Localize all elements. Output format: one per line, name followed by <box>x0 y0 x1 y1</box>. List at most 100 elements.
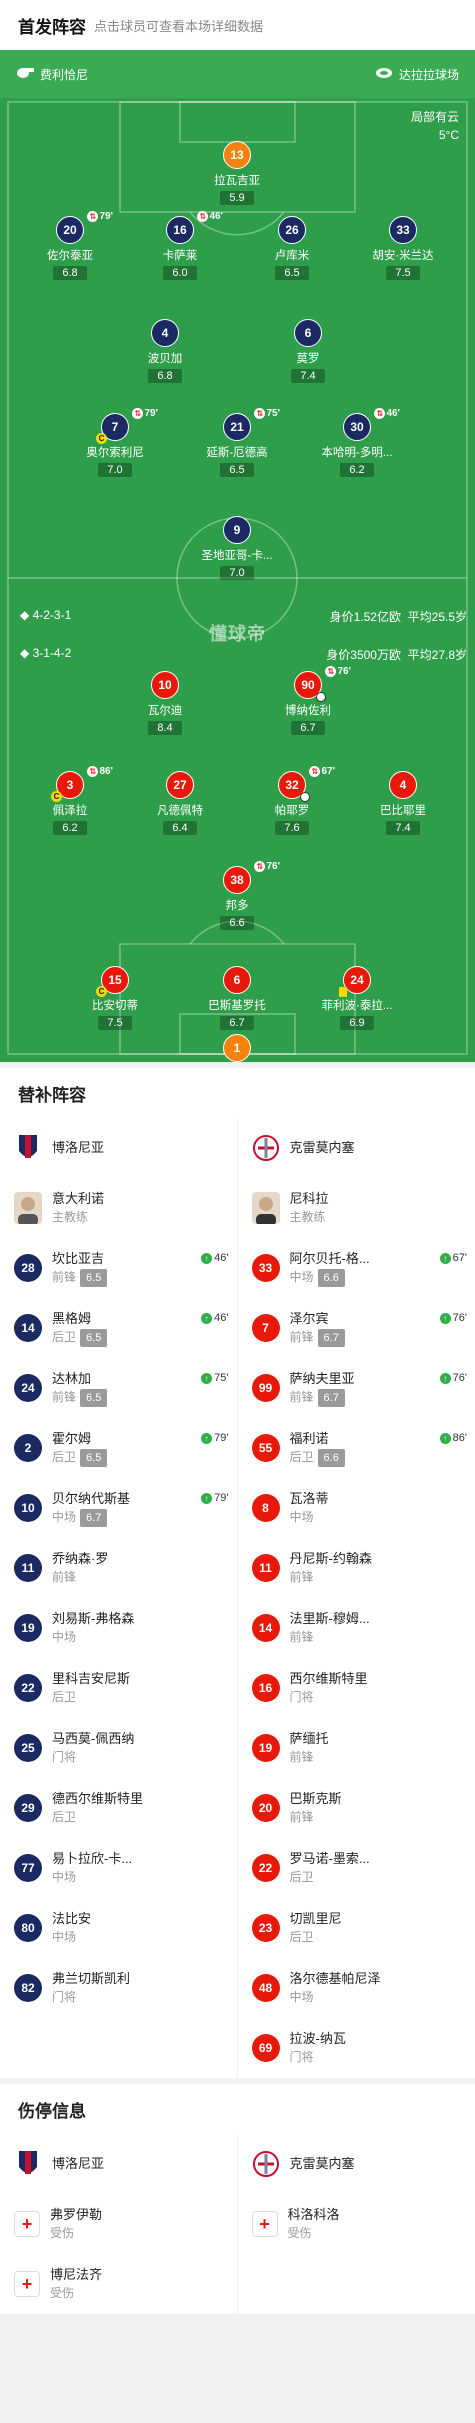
injured-name: 博尼法齐 <box>50 2267 103 2282</box>
sub-player-row[interactable]: 28 坎比亚吉 前锋 6.5 ↑ 46' <box>0 1238 237 1298</box>
sub-player-row[interactable]: 22 里科吉安尼斯 后卫 <box>0 1658 237 1718</box>
player-number: 38 ⇅ 76' <box>223 861 280 894</box>
away-injury-team-row[interactable]: 克雷莫内塞 <box>238 2134 475 2194</box>
sub-player-row[interactable]: 11 乔纳森·罗 前锋 <box>0 1538 237 1598</box>
lineup-subtitle: 点击球员可查看本场详细数据 <box>94 18 264 34</box>
player-name: 巴斯基罗托 <box>208 1000 266 1012</box>
away-coach-name: 尼科拉 <box>289 1191 329 1206</box>
pitch-player[interactable]: 9 圣地亚哥-卡... 7.0 <box>197 516 277 581</box>
sub-player-row[interactable]: 14 法里斯-穆姆... 前锋 <box>238 1598 475 1658</box>
player-name: 波贝加 <box>147 353 183 365</box>
pitch-player[interactable]: 20 ⇅ 79' 佐尔泰亚 6.8 <box>30 211 113 281</box>
sub-player-row[interactable]: 99 萨纳夫里亚 前锋 6.7 ↑ 76' <box>238 1358 475 1418</box>
away-team-row[interactable]: 克雷莫内塞 <box>238 1118 475 1178</box>
home-team-row[interactable]: 博洛尼亚 <box>0 1118 237 1178</box>
weather: 局部有云 5°C <box>411 108 459 144</box>
sub-player-row[interactable]: 24 达林加 前锋 6.5 ↑ 75' <box>0 1358 237 1418</box>
pitch-player[interactable]: 26 卢库米 6.5 <box>252 216 332 281</box>
pitch-player[interactable]: 10 瓦尔迪 8.4 <box>125 671 205 736</box>
player-rating: 7.0 <box>98 463 132 477</box>
pitch-player[interactable]: 24 菲利波·泰拉... 6.9 <box>317 966 397 1031</box>
sub-player-row[interactable]: 10 贝尔纳代斯基 中场 6.7 ↑ 79' <box>0 1478 237 1538</box>
player-number: 15 C <box>96 966 129 997</box>
sub-player-row[interactable]: 7 泽尔宾 前锋 6.7 ↑ 76' <box>238 1298 475 1358</box>
sub-number: 11 <box>14 1554 42 1582</box>
team-bar: 费利恰尼 达拉拉球场 <box>0 50 475 98</box>
sub-in-time: ↑ 46' <box>201 1252 229 1264</box>
sub-player-row[interactable]: 55 福利诺 后卫 6.6 ↑ 86' <box>238 1418 475 1478</box>
sub-player-row[interactable]: 20 巴斯克斯 前锋 <box>238 1778 475 1838</box>
pitch-player[interactable]: 33 胡安·米兰达 7.5 <box>363 216 443 281</box>
home-injury-team-row[interactable]: 博洛尼亚 <box>0 2134 237 2194</box>
stadium-icon <box>375 67 393 82</box>
pitch-player[interactable]: 15 C 比安切蒂 7.5 <box>75 966 155 1031</box>
pitch-player[interactable]: 4 巴比耶里 7.4 <box>363 771 443 836</box>
pitch-player[interactable]: 21 ⇅ 75' 延斯-厄德高 6.5 <box>197 408 280 478</box>
injuries-grid: 博洛尼亚 + 弗罗伊勒 受伤 + 博尼法齐 受伤 克雷莫内塞 + 科洛科洛 受伤 <box>0 2134 475 2314</box>
pitch-player[interactable]: 1奥代罗7.7 <box>197 1034 277 1062</box>
pitch-player[interactable]: 13 拉瓦吉亚 5.9 <box>197 141 277 206</box>
pitch-player[interactable]: 90⇅76'o博纳佐利6.7 <box>268 666 351 736</box>
pitch-player[interactable]: 16 ⇅ 46' 卡萨莱 6.0 <box>140 211 223 281</box>
sub-name: 黑格姆 <box>52 1310 92 1326</box>
pitch-player[interactable]: 32⇅67'o帕耶罗7.6 <box>252 766 335 836</box>
pitch-player[interactable]: 4 波贝加 6.8 <box>125 319 205 384</box>
player-number: 16 ⇅ 46' <box>166 211 223 244</box>
pitch-player[interactable]: 3 ⇅ 86' C 佩泽拉 6.2 <box>30 766 113 836</box>
sub-player-row[interactable]: 19 萨缅托 前锋 <box>238 1718 475 1778</box>
player-rating: 6.8 <box>148 369 182 383</box>
footer-space <box>0 2314 475 2374</box>
sub-player-row[interactable]: 8 瓦洛蒂 中场 <box>238 1478 475 1538</box>
injured-player-row[interactable]: + 弗罗伊勒 受伤 <box>0 2194 237 2254</box>
sub-out-icon: ⇅ 76' <box>254 861 280 872</box>
sub-player-row[interactable]: 80 法比安 中场 <box>0 1898 237 1958</box>
pitch-player[interactable]: 6 莫罗 7.4 <box>268 319 348 384</box>
sub-player-row[interactable]: 11 丹尼斯-约翰森 前锋 <box>238 1538 475 1598</box>
sub-number: 22 <box>14 1674 42 1702</box>
goal-ball-icon: o <box>300 792 310 802</box>
sub-player-row[interactable]: 69 拉波-纳瓦 门将 <box>238 2018 475 2078</box>
pitch-player[interactable]: 6 巴斯基罗托 6.7 <box>197 966 277 1031</box>
sub-name: 西尔维斯特里 <box>289 1671 368 1686</box>
sub-in-icon: ↑ <box>201 1312 213 1324</box>
pitch-player[interactable]: 27 凡德佩特 6.4 <box>140 771 220 836</box>
sub-in-time: ↑ 79' <box>201 1432 229 1444</box>
player-name: 胡安·米兰达 <box>372 250 434 262</box>
sub-player-row[interactable]: 29 德西尔维斯特里 后卫 <box>0 1778 237 1838</box>
sub-player-row[interactable]: 33 阿尔贝托-格... 中场 6.6 ↑ 67' <box>238 1238 475 1298</box>
sub-position: 前锋 <box>289 1570 314 1584</box>
pitch-player[interactable]: 30 ⇅ 46' 本哈明-多明... 6.2 <box>317 408 400 478</box>
home-coach-row[interactable]: 意大利诺 主教练 <box>0 1178 237 1238</box>
injured-player-row[interactable]: + 博尼法齐 受伤 <box>0 2254 237 2314</box>
sub-position: 前锋 <box>289 1810 314 1824</box>
sub-player-row[interactable]: 82 弗兰切斯凯利 门将 <box>0 1958 237 2018</box>
sub-number: 22 <box>251 1854 280 1882</box>
sub-player-row[interactable]: 16 西尔维斯特里 门将 <box>238 1658 475 1718</box>
pitch-player[interactable]: 7 ⇅ 79' C 奥尔索利尼 7.0 <box>75 408 158 478</box>
sub-number: 99 <box>251 1374 280 1402</box>
substitutes-title: 替补阵容 <box>18 1085 86 1105</box>
sub-name: 福利诺 <box>289 1430 329 1446</box>
sub-player-row[interactable]: 19 刘易斯-弗格森 中场 <box>0 1598 237 1658</box>
temperature: 5°C <box>438 128 459 142</box>
sub-player-row[interactable]: 23 切凯里尼 后卫 <box>238 1898 475 1958</box>
sub-player-row[interactable]: 48 洛尔德基帕尼泽 中场 <box>238 1958 475 2018</box>
away-formation: ◆ 3-1-4-2 <box>20 646 71 663</box>
sub-player-row[interactable]: 22 罗马诺-墨索... 后卫 <box>238 1838 475 1898</box>
away-injury-list: + 科洛科洛 受伤 <box>238 2194 475 2254</box>
sub-in-time: ↑ 46' <box>201 1312 229 1324</box>
pitch-player[interactable]: 38 ⇅ 76' 邦多 6.6 <box>197 861 280 931</box>
home-team: 费利恰尼 <box>16 66 88 83</box>
player-rating: 6.4 <box>163 821 197 835</box>
sub-player-row[interactable]: 2 霍尔姆 后卫 6.5 ↑ 79' <box>0 1418 237 1478</box>
sub-player-row[interactable]: 77 易卜拉欣-卡... 中场 <box>0 1838 237 1898</box>
sub-player-row[interactable]: 14 黑格姆 后卫 6.5 ↑ 46' <box>0 1298 237 1358</box>
player-name: 瓦尔迪 <box>147 705 183 717</box>
sub-in-time: ↑ 86' <box>439 1432 467 1444</box>
player-number: 27 <box>166 771 194 799</box>
player-number: 4 <box>389 771 417 799</box>
player-rating: 7.4 <box>291 369 325 383</box>
injured-player-row[interactable]: + 科洛科洛 受伤 <box>238 2194 475 2254</box>
sub-player-row[interactable]: 25 马西莫-佩西纳 门将 <box>0 1718 237 1778</box>
away-coach-row[interactable]: 尼科拉 主教练 <box>238 1178 475 1238</box>
